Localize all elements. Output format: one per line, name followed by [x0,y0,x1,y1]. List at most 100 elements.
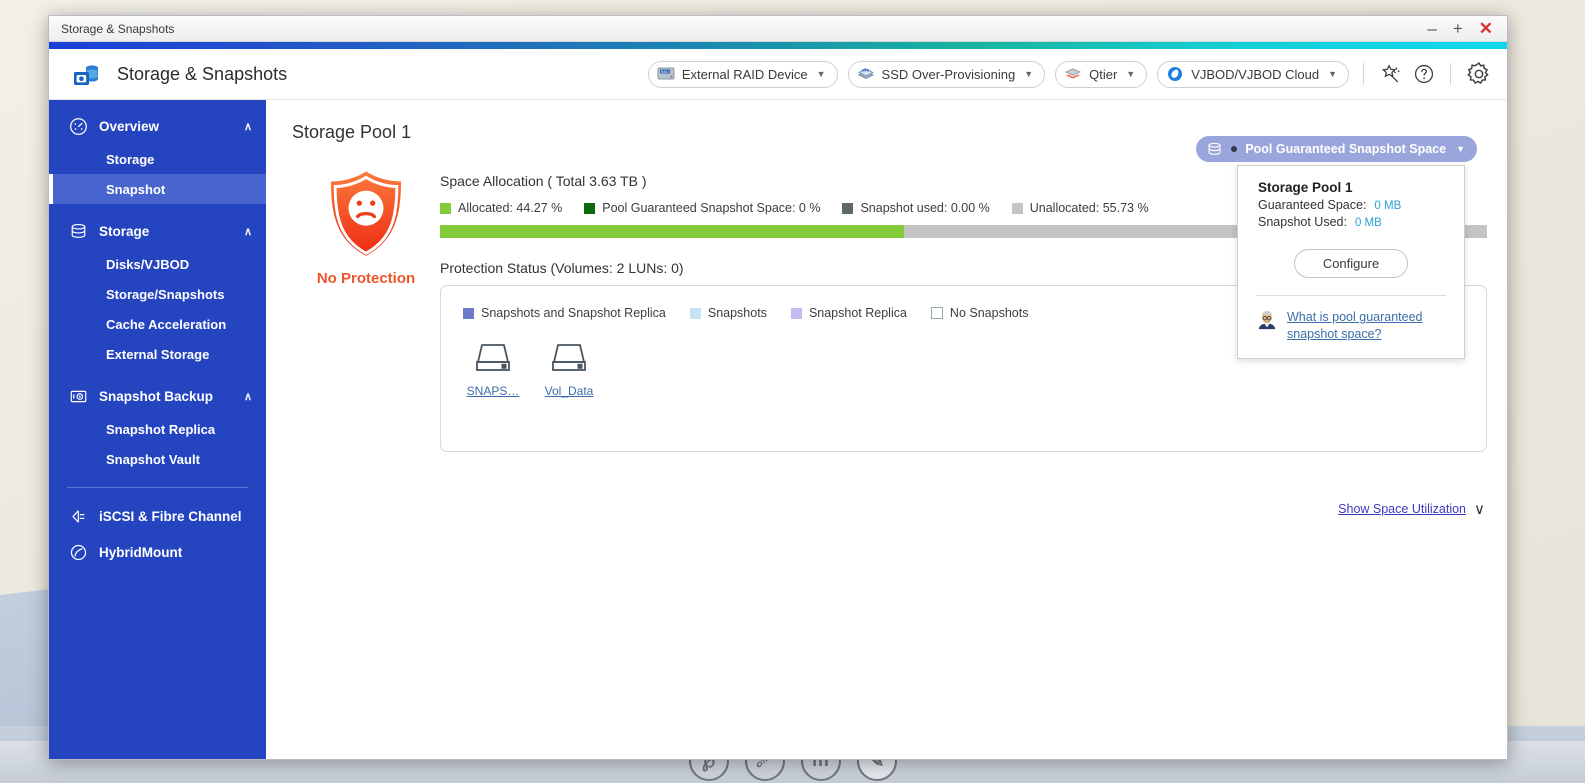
pool-guaranteed-pill-label: Pool Guaranteed Snapshot Space [1245,142,1447,156]
app-window: Storage & Snapshots – + ✕ Storage & Snap… [48,15,1508,760]
legend-label: Unallocated: 55.73 % [1029,201,1149,215]
legend-label: Snapshots [707,306,767,320]
sidebar-item-snapshot-replica[interactable]: Snapshot Replica [49,414,266,444]
maximize-button[interactable]: + [1453,20,1463,37]
popup-row-snapshot-used: Snapshot Used: 0 MB [1238,212,1464,229]
volume-item[interactable]: SNAPS… [463,340,523,398]
app-title: Storage & Snapshots [117,63,288,84]
external-raid-device-dropdown[interactable]: RAID External RAID Device ▼ [647,60,838,88]
disk-stack-icon [69,222,88,241]
toolbar-divider [1450,63,1451,85]
chevron-up-icon: ∧ [243,390,252,403]
storage-snapshots-icon [71,59,101,89]
qtier-label: Qtier [1089,66,1118,82]
window-titlebar[interactable]: Storage & Snapshots – + ✕ [49,16,1507,42]
popup-actions: Configure [1238,229,1464,295]
legend-snapshots-and-replica: Snapshots and Snapshot Replica [463,306,666,320]
sidebar-group-storage[interactable]: Storage ∧ [49,213,266,249]
gauge-icon [69,117,88,136]
legend-label: Pool Guaranteed Snapshot Space: 0 % [602,201,821,215]
sidebar-item-hybridmount[interactable]: HybridMount [49,534,266,570]
chevron-up-icon: ∧ [243,120,252,133]
app-header: Storage & Snapshots RAID External RAID D… [49,49,1507,100]
volume-name-link[interactable]: SNAPS… [463,384,523,398]
sidebar-item-label: Snapshot Replica [106,421,216,437]
chevron-down-icon: ▼ [816,69,826,79]
popup-row-key: Snapshot Used: [1258,215,1347,229]
iscsi-icon [69,507,88,526]
popup-row-value: 0 MB [1354,217,1382,229]
popup-title: Storage Pool 1 [1258,180,1353,195]
sidebar-item-storage-overview[interactable]: Storage [49,144,266,174]
ssd-over-provisioning-dropdown[interactable]: SSD Over-Provisioning ▼ [847,60,1046,88]
ssd-icon [857,66,875,82]
help-icon[interactable] [1412,62,1436,86]
close-button[interactable]: ✕ [1479,20,1493,37]
external-raid-device-label: External RAID Device [681,66,808,82]
sidebar-group-storage-label: Storage [99,223,150,239]
sidebar-group-overview[interactable]: Overview ∧ [49,108,266,144]
legend-allocated: Allocated: 44.27 % [440,201,562,215]
legend-label: Snapshot used: 0.00 % [860,201,990,215]
main-content: Storage Pool 1 No Protection Space Alloc… [266,100,1507,759]
disk-stack-icon [1206,141,1223,158]
sidebar-item-storage-snapshots[interactable]: Storage/Snapshots [49,279,266,309]
sidebar-item-label: External Storage [106,346,210,362]
wand-icon[interactable] [1378,62,1402,86]
sidebar-item-label: Cache Acceleration [106,316,227,332]
toolbar-divider [1363,63,1364,85]
hybridmount-icon [69,543,88,562]
sidebar-group-snapshot-backup-label: Snapshot Backup [99,388,214,404]
chevron-down-icon: ▼ [1126,69,1136,79]
chevron-up-icon: ∧ [243,225,252,238]
minimize-button[interactable]: – [1427,20,1436,37]
sidebar-divider [67,487,248,488]
legend-label: Snapshot Replica [808,306,907,320]
popup-row-key: Guaranteed Space: [1258,198,1367,212]
volume-item[interactable]: Vol_Data [539,340,599,398]
show-space-utilization-toggle[interactable]: Show Space Utilization ∨ [1338,500,1485,518]
popup-row-value: 0 MB [1374,200,1402,212]
window-controls: – + ✕ [1427,20,1501,37]
legend-swatch [790,307,802,319]
legend-no-snapshots: No Snapshots [930,306,1028,320]
configure-button[interactable]: Configure [1293,249,1409,278]
qtier-dropdown[interactable]: Qtier ▼ [1055,60,1148,88]
sidebar-group-snapshot-backup[interactable]: Snapshot Backup ∧ [49,378,266,414]
legend-unallocated: Unallocated: 55.73 % [1011,201,1149,215]
popup-help-section: What is pool guaranteed snapshot space? [1238,296,1464,358]
sidebar-item-external-storage[interactable]: External Storage [49,339,266,369]
professor-icon [1256,309,1278,336]
legend-snapshots: Snapshots [689,306,767,320]
sidebar-item-label: HybridMount [99,544,183,560]
legend-snapshot-replica: Snapshot Replica [790,306,907,320]
sidebar-item-label: Storage [106,151,155,167]
legend-swatch [463,307,474,319]
sidebar-item-label: iSCSI & Fibre Channel [99,508,242,524]
vjbod-dropdown[interactable]: VJBOD/VJBOD Cloud ▼ [1157,60,1349,88]
popup-row-guaranteed-space: Guaranteed Space: 0 MB [1238,195,1464,212]
accent-gradient-bar [49,42,1507,49]
vjbod-icon [1166,66,1184,82]
bar-segment-allocated [440,225,904,238]
sidebar-item-snapshot-vault[interactable]: Snapshot Vault [49,444,266,474]
volume-name-link[interactable]: Vol_Data [539,384,599,398]
pool-guaranteed-help-link[interactable]: What is pool guaranteed snapshot space? [1287,309,1446,343]
sidebar-item-iscsi-fibre-channel[interactable]: iSCSI & Fibre Channel [49,498,266,534]
sidebar-item-label: Snapshot [106,181,166,197]
sidebar-item-snapshot[interactable]: Snapshot [49,174,266,204]
legend-swatch [584,202,596,214]
volume-icon [471,344,515,378]
chevron-down-icon: ▼ [1328,69,1337,79]
header-toolbar: RAID External RAID Device ▼ SSD Over-Pro… [647,60,1493,88]
sidebar-item-label: Snapshot Vault [106,451,200,467]
legend-pool-guaranteed-snapshot-space: Pool Guaranteed Snapshot Space: 0 % [584,201,820,215]
sidebar-item-disks-vjbod[interactable]: Disks/VJBOD [49,249,266,279]
sidebar-item-cache-acceleration[interactable]: Cache Acceleration [49,309,266,339]
gear-icon[interactable] [1465,60,1493,88]
qtier-icon [1064,66,1082,82]
volume-icon [547,344,591,378]
pool-guaranteed-popup: Storage Pool 1 Guaranteed Space: 0 MB Sn… [1237,165,1465,359]
legend-label: Snapshots and Snapshot Replica [481,306,666,320]
pool-guaranteed-snapshot-space-dropdown[interactable]: Pool Guaranteed Snapshot Space ▼ [1196,136,1477,162]
